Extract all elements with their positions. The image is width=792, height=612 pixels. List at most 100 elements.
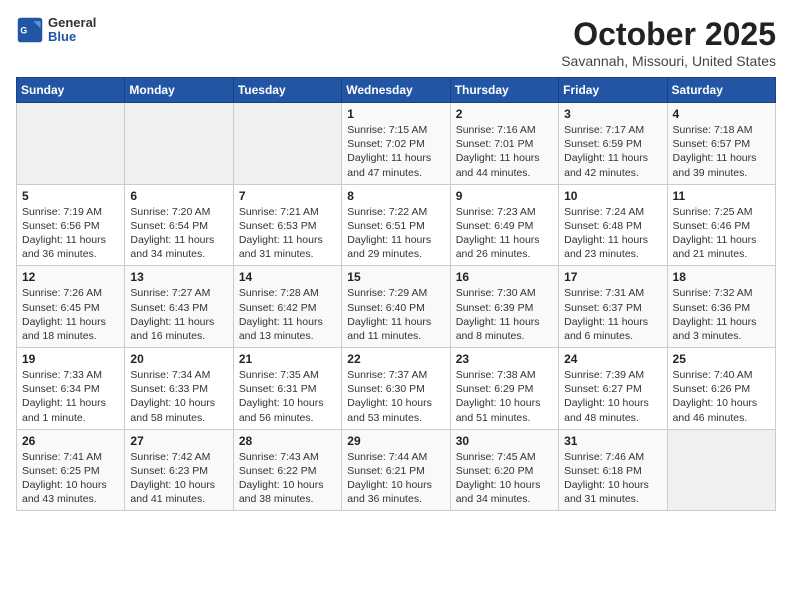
- day-info: Sunrise: 7:33 AM Sunset: 6:34 PM Dayligh…: [22, 368, 119, 425]
- day-info: Sunrise: 7:44 AM Sunset: 6:21 PM Dayligh…: [347, 450, 444, 507]
- day-number: 24: [564, 352, 661, 366]
- calendar-cell: 6Sunrise: 7:20 AM Sunset: 6:54 PM Daylig…: [125, 184, 233, 266]
- day-info: Sunrise: 7:24 AM Sunset: 6:48 PM Dayligh…: [564, 205, 661, 262]
- calendar-cell: 17 Sunrise: 7:31 AM Sunset: 6:37 PM Dayli…: [559, 266, 667, 348]
- day-info: Sunrise: 7:15 AM Sunset: 7:02 PM Dayligh…: [347, 123, 444, 180]
- day-info: Sunrise: 7:26 AM Sunset: 6:45 PM Dayligh…: [22, 286, 119, 343]
- day-number: 23: [456, 352, 553, 366]
- day-info: Sunrise: 7:18 AM Sunset: 6:57 PM Dayligh…: [673, 123, 770, 180]
- day-number: 3: [564, 107, 661, 121]
- header-row: SundayMondayTuesdayWednesdayThursdayFrid…: [17, 78, 776, 103]
- day-info: Sunrise: 7:43 AM Sunset: 6:22 PM Dayligh…: [239, 450, 336, 507]
- calendar-cell: 31 Sunrise: 7:46 AM Sunset: 6:18 PM Dayli…: [559, 429, 667, 511]
- day-number: 20: [130, 352, 227, 366]
- day-info: Sunrise: 7:17 AM Sunset: 6:59 PM Dayligh…: [564, 123, 661, 180]
- day-info: Sunrise: 7:42 AM Sunset: 6:23 PM Dayligh…: [130, 450, 227, 507]
- day-number: 28: [239, 434, 336, 448]
- day-info: Sunrise: 7:40 AM Sunset: 6:26 PM Dayligh…: [673, 368, 770, 425]
- logo-line1: General: [48, 16, 96, 30]
- logo-icon: G: [16, 16, 44, 44]
- svg-text:G: G: [20, 26, 27, 36]
- day-info: Sunrise: 7:34 AM Sunset: 6:33 PM Dayligh…: [130, 368, 227, 425]
- logo-text: General Blue: [48, 16, 96, 45]
- calendar-cell: 16 Sunrise: 7:30 AM Sunset: 6:39 PM Dayli…: [450, 266, 558, 348]
- calendar-header: SundayMondayTuesdayWednesdayThursdayFrid…: [17, 78, 776, 103]
- calendar-cell: [667, 429, 775, 511]
- calendar-cell: 8Sunrise: 7:22 AM Sunset: 6:51 PM Daylig…: [342, 184, 450, 266]
- calendar-cell: 30 Sunrise: 7:45 AM Sunset: 6:20 PM Dayli…: [450, 429, 558, 511]
- calendar-cell: 25 Sunrise: 7:40 AM Sunset: 6:26 PM Dayli…: [667, 348, 775, 430]
- calendar-cell: 19 Sunrise: 7:33 AM Sunset: 6:34 PM Dayli…: [17, 348, 125, 430]
- day-number: 8: [347, 189, 444, 203]
- day-number: 16: [456, 270, 553, 284]
- calendar-cell: 26 Sunrise: 7:41 AM Sunset: 6:25 PM Dayli…: [17, 429, 125, 511]
- calendar-cell: 1Sunrise: 7:15 AM Sunset: 7:02 PM Daylig…: [342, 103, 450, 185]
- calendar-cell: 28 Sunrise: 7:43 AM Sunset: 6:22 PM Dayli…: [233, 429, 341, 511]
- page-subtitle: Savannah, Missouri, United States: [561, 53, 776, 69]
- calendar-table: SundayMondayTuesdayWednesdayThursdayFrid…: [16, 77, 776, 511]
- header-cell-thursday: Thursday: [450, 78, 558, 103]
- header-cell-tuesday: Tuesday: [233, 78, 341, 103]
- day-info: Sunrise: 7:41 AM Sunset: 6:25 PM Dayligh…: [22, 450, 119, 507]
- day-number: 7: [239, 189, 336, 203]
- day-info: Sunrise: 7:46 AM Sunset: 6:18 PM Dayligh…: [564, 450, 661, 507]
- calendar-cell: 3 Sunrise: 7:17 AM Sunset: 6:59 PM Daylig…: [559, 103, 667, 185]
- logo: G General Blue: [16, 16, 96, 45]
- calendar-cell: 18 Sunrise: 7:32 AM Sunset: 6:36 PM Dayli…: [667, 266, 775, 348]
- page-header: G General Blue October 2025 Savannah, Mi…: [16, 16, 776, 69]
- day-number: 22: [347, 352, 444, 366]
- calendar-body: 1Sunrise: 7:15 AM Sunset: 7:02 PM Daylig…: [17, 103, 776, 511]
- day-number: 29: [347, 434, 444, 448]
- day-number: 10: [564, 189, 661, 203]
- header-cell-sunday: Sunday: [17, 78, 125, 103]
- day-number: 4: [673, 107, 770, 121]
- day-number: 9: [456, 189, 553, 203]
- day-info: Sunrise: 7:37 AM Sunset: 6:30 PM Dayligh…: [347, 368, 444, 425]
- calendar-cell: 11Sunrise: 7:25 AM Sunset: 6:46 PM Dayli…: [667, 184, 775, 266]
- calendar-cell: 21 Sunrise: 7:35 AM Sunset: 6:31 PM Dayli…: [233, 348, 341, 430]
- day-number: 27: [130, 434, 227, 448]
- day-info: Sunrise: 7:29 AM Sunset: 6:40 PM Dayligh…: [347, 286, 444, 343]
- calendar-cell: 24Sunrise: 7:39 AM Sunset: 6:27 PM Dayli…: [559, 348, 667, 430]
- calendar-cell: [17, 103, 125, 185]
- calendar-week-2: 12Sunrise: 7:26 AM Sunset: 6:45 PM Dayli…: [17, 266, 776, 348]
- calendar-cell: 29 Sunrise: 7:44 AM Sunset: 6:21 PM Dayli…: [342, 429, 450, 511]
- day-number: 26: [22, 434, 119, 448]
- calendar-cell: 20 Sunrise: 7:34 AM Sunset: 6:33 PM Dayli…: [125, 348, 233, 430]
- page-title: October 2025: [561, 16, 776, 53]
- calendar-cell: 15 Sunrise: 7:29 AM Sunset: 6:40 PM Dayli…: [342, 266, 450, 348]
- calendar-week-4: 26 Sunrise: 7:41 AM Sunset: 6:25 PM Dayli…: [17, 429, 776, 511]
- day-info: Sunrise: 7:35 AM Sunset: 6:31 PM Dayligh…: [239, 368, 336, 425]
- day-number: 17: [564, 270, 661, 284]
- day-info: Sunrise: 7:16 AM Sunset: 7:01 PM Dayligh…: [456, 123, 553, 180]
- title-block: October 2025 Savannah, Missouri, United …: [561, 16, 776, 69]
- day-number: 21: [239, 352, 336, 366]
- calendar-cell: 10 Sunrise: 7:24 AM Sunset: 6:48 PM Dayli…: [559, 184, 667, 266]
- day-info: Sunrise: 7:38 AM Sunset: 6:29 PM Dayligh…: [456, 368, 553, 425]
- header-cell-wednesday: Wednesday: [342, 78, 450, 103]
- calendar-cell: 7Sunrise: 7:21 AM Sunset: 6:53 PM Daylig…: [233, 184, 341, 266]
- logo-line2: Blue: [48, 30, 96, 44]
- calendar-cell: [125, 103, 233, 185]
- calendar-week-0: 1Sunrise: 7:15 AM Sunset: 7:02 PM Daylig…: [17, 103, 776, 185]
- day-number: 18: [673, 270, 770, 284]
- calendar-cell: 12Sunrise: 7:26 AM Sunset: 6:45 PM Dayli…: [17, 266, 125, 348]
- calendar-cell: 2 Sunrise: 7:16 AM Sunset: 7:01 PM Daylig…: [450, 103, 558, 185]
- day-info: Sunrise: 7:23 AM Sunset: 6:49 PM Dayligh…: [456, 205, 553, 262]
- day-info: Sunrise: 7:31 AM Sunset: 6:37 PM Dayligh…: [564, 286, 661, 343]
- day-info: Sunrise: 7:32 AM Sunset: 6:36 PM Dayligh…: [673, 286, 770, 343]
- header-cell-saturday: Saturday: [667, 78, 775, 103]
- calendar-cell: 5Sunrise: 7:19 AM Sunset: 6:56 PM Daylig…: [17, 184, 125, 266]
- day-number: 14: [239, 270, 336, 284]
- day-number: 2: [456, 107, 553, 121]
- calendar-cell: 13Sunrise: 7:27 AM Sunset: 6:43 PM Dayli…: [125, 266, 233, 348]
- day-number: 19: [22, 352, 119, 366]
- day-number: 30: [456, 434, 553, 448]
- day-number: 15: [347, 270, 444, 284]
- calendar-week-3: 19 Sunrise: 7:33 AM Sunset: 6:34 PM Dayli…: [17, 348, 776, 430]
- day-info: Sunrise: 7:30 AM Sunset: 6:39 PM Dayligh…: [456, 286, 553, 343]
- day-number: 25: [673, 352, 770, 366]
- calendar-cell: 9 Sunrise: 7:23 AM Sunset: 6:49 PM Daylig…: [450, 184, 558, 266]
- day-number: 31: [564, 434, 661, 448]
- day-info: Sunrise: 7:45 AM Sunset: 6:20 PM Dayligh…: [456, 450, 553, 507]
